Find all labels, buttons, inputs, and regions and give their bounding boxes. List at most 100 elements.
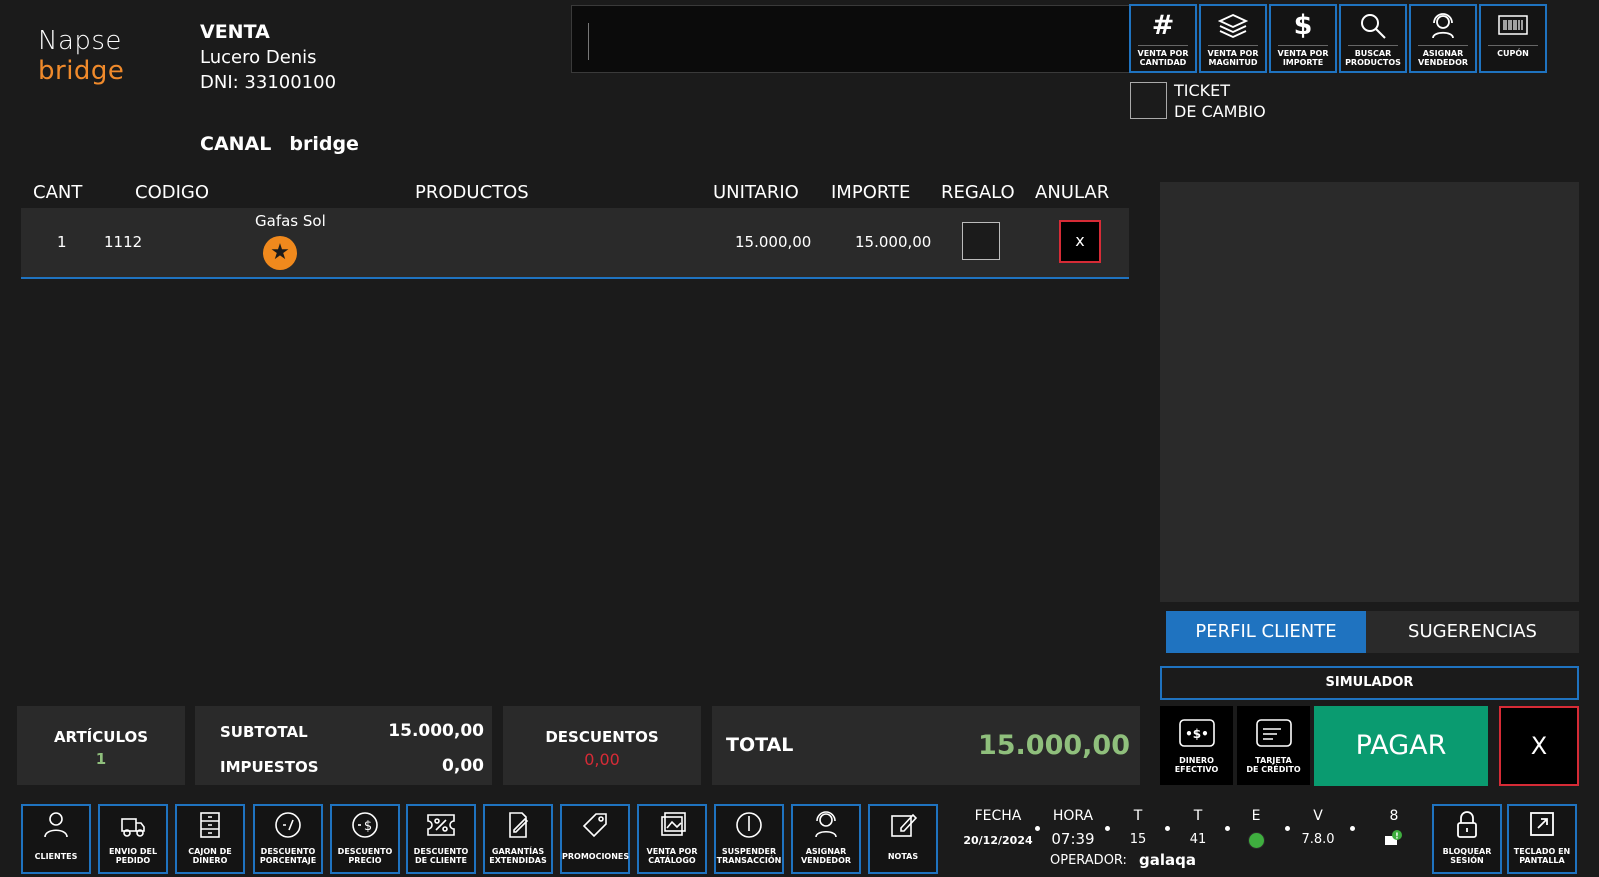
barcode-icon (1481, 7, 1545, 45)
truck-icon (100, 806, 166, 844)
total-label: TOTAL (726, 734, 794, 756)
column-header-codigo: CODIGO (135, 182, 210, 203)
venta-por-importe-button[interactable]: $ VENTA POR IMPORTE (1269, 4, 1337, 73)
dinero-efectivo-button[interactable]: •$• DINERO EFECTIVO (1160, 706, 1233, 785)
button-label: ASIGNAR (1422, 49, 1464, 58)
teclado-en-pantalla-button[interactable]: TECLADO EN PANTALLA (1507, 804, 1577, 874)
separator-dot (1165, 826, 1170, 831)
operador-label: OPERADOR: (1050, 853, 1127, 868)
credit-card-icon (1255, 718, 1293, 752)
garantias-extendidas-button[interactable]: GARANTÍAS EXTENDIDAS (483, 804, 553, 874)
button-label: CUPÓN (1497, 49, 1529, 58)
ticket-label-line1: TICKET (1174, 81, 1231, 100)
count-label: 8 (1389, 808, 1399, 824)
headset-icon (793, 806, 859, 844)
venta-por-cantidad-button[interactable]: # VENTA POR CANTIDAD (1129, 4, 1197, 73)
button-label: ASIGNAR VENDEDOR (800, 847, 852, 865)
product-search-input[interactable] (571, 5, 1131, 73)
expand-icon (1509, 806, 1575, 844)
price-discount-icon: $ (332, 806, 398, 844)
cash-icon: •$• (1178, 718, 1216, 752)
anular-button[interactable]: x (1059, 220, 1101, 263)
descuentos-box: DESCUENTOS 0,00 (503, 706, 701, 785)
buscar-productos-button[interactable]: BUSCAR PRODUCTOS (1339, 4, 1407, 73)
bloquear-sesion-button[interactable]: BLOQUEAR SESIÓN (1432, 804, 1502, 874)
warranty-icon (485, 806, 551, 844)
descuento-porcentaje-button[interactable]: DESCUENTO PORCENTAJE (253, 804, 323, 874)
button-label: CLIENTES (34, 852, 78, 861)
column-header-importe: IMPORTE (831, 182, 911, 203)
user-icon (23, 806, 89, 844)
logo-text-napse: Napse (38, 26, 122, 56)
envio-del-pedido-button[interactable]: ENVIO DEL PEDIDO (98, 804, 168, 874)
button-label: ENVIO DEL PEDIDO (108, 847, 158, 865)
button-label: BLOQUEAR SESIÓN (1442, 847, 1492, 865)
articulos-box: ARTÍCULOS 1 (17, 706, 185, 785)
t2-value: 41 (1189, 832, 1207, 847)
customer-name: Lucero Denis (200, 47, 317, 68)
notas-button[interactable]: NOTAS (868, 804, 938, 874)
button-label: TECLADO EN PANTALLA (1513, 847, 1571, 865)
svg-text:$: $ (364, 819, 372, 834)
hash-icon: # (1151, 10, 1175, 41)
version-value: 7.8.0 (1301, 832, 1335, 847)
pagar-button[interactable]: PAGAR (1314, 706, 1488, 786)
promociones-button[interactable]: PROMOCIONES (560, 804, 630, 874)
column-header-anular: ANULAR (1035, 182, 1110, 203)
layers-icon (1201, 7, 1265, 45)
row-unitario: 15.000,00 (735, 233, 812, 251)
simulador-button[interactable]: SIMULADOR (1160, 666, 1579, 700)
total-box: TOTAL 15.000,00 (712, 706, 1140, 785)
venta-por-catalogo-button[interactable]: VENTA POR CATÁLOGO (637, 804, 707, 874)
button-label: PRODUCTOS (1345, 58, 1401, 67)
asignar-vendedor-button[interactable]: ASIGNAR VENDEDOR (1409, 4, 1477, 73)
descuento-precio-button[interactable]: $ DESCUENTO PRECIO (330, 804, 400, 874)
canal-value: bridge (289, 133, 359, 155)
t1-value: 15 (1129, 832, 1147, 847)
separator-dot (1350, 826, 1355, 831)
venta-por-magnitud-button[interactable]: VENTA POR MAGNITUD (1199, 4, 1267, 73)
t1-label: T (1133, 808, 1143, 824)
column-header-regalo: REGALO (941, 182, 1015, 203)
canal-info: CANAL bridge (200, 133, 359, 155)
descuentos-value: 0,00 (584, 750, 620, 769)
button-label: DESCUENTO DE CLIENTE (413, 847, 469, 865)
tab-perfil-cliente[interactable]: PERFIL CLIENTE (1166, 611, 1366, 653)
tab-sugerencias[interactable]: SUGERENCIAS (1366, 611, 1579, 653)
separator-dot (1225, 826, 1230, 831)
button-label: VENTA POR (1207, 49, 1259, 58)
button-label: PROMOCIONES (562, 852, 630, 861)
button-label: DESCUENTO PRECIO (337, 847, 393, 865)
row-producto: Gafas Sol (255, 212, 326, 230)
cajon-de-dinero-button[interactable]: CAJON DE DINERO (175, 804, 245, 874)
button-label: DESCUENTO PORCENTAJE (259, 847, 317, 865)
asignar-vendedor-bottom-button[interactable]: ASIGNAR VENDEDOR (791, 804, 861, 874)
cupon-button[interactable]: CUPÓN (1479, 4, 1547, 73)
cancel-sale-button[interactable]: X (1499, 706, 1579, 786)
descuento-de-cliente-button[interactable]: DESCUENTO DE CLIENTE (406, 804, 476, 874)
column-header-cant: CANT (33, 182, 83, 203)
hora-value: 07:39 (1051, 830, 1095, 848)
star-icon: ★ (263, 236, 297, 270)
suspender-transaccion-button[interactable]: SUSPENDER TRANSACCIÓN (714, 804, 784, 874)
button-label: IMPORTE (1282, 58, 1324, 67)
text-cursor (588, 23, 589, 60)
tarjeta-de-credito-button[interactable]: TARJETA DE CRÉDITO (1237, 706, 1310, 785)
subtotal-label: SUBTOTAL (220, 723, 308, 741)
notes-icon (870, 806, 936, 844)
button-label: DINERO EFECTIVO (1174, 756, 1219, 774)
row-importe: 15.000,00 (855, 233, 932, 251)
button-label: VENTA POR CATÁLOGO (646, 847, 698, 865)
ticket-label-line2: DE CAMBIO (1174, 102, 1266, 121)
ticket-de-cambio-checkbox[interactable] (1130, 82, 1167, 119)
button-label: MAGNITUD (1208, 58, 1258, 67)
subtotal-box: SUBTOTAL 15.000,00 IMPUESTOS 0,00 (195, 706, 492, 785)
customer-profile-panel (1160, 182, 1579, 602)
button-label: CANTIDAD (1139, 58, 1187, 67)
clientes-button[interactable]: CLIENTES (21, 804, 91, 874)
regalo-checkbox[interactable] (962, 222, 1000, 260)
impuestos-label: IMPUESTOS (220, 758, 319, 776)
fecha-value: 20/12/2024 (963, 834, 1033, 847)
napse-bridge-logo: Napse bridge (38, 26, 124, 86)
search-icon (1341, 7, 1405, 45)
